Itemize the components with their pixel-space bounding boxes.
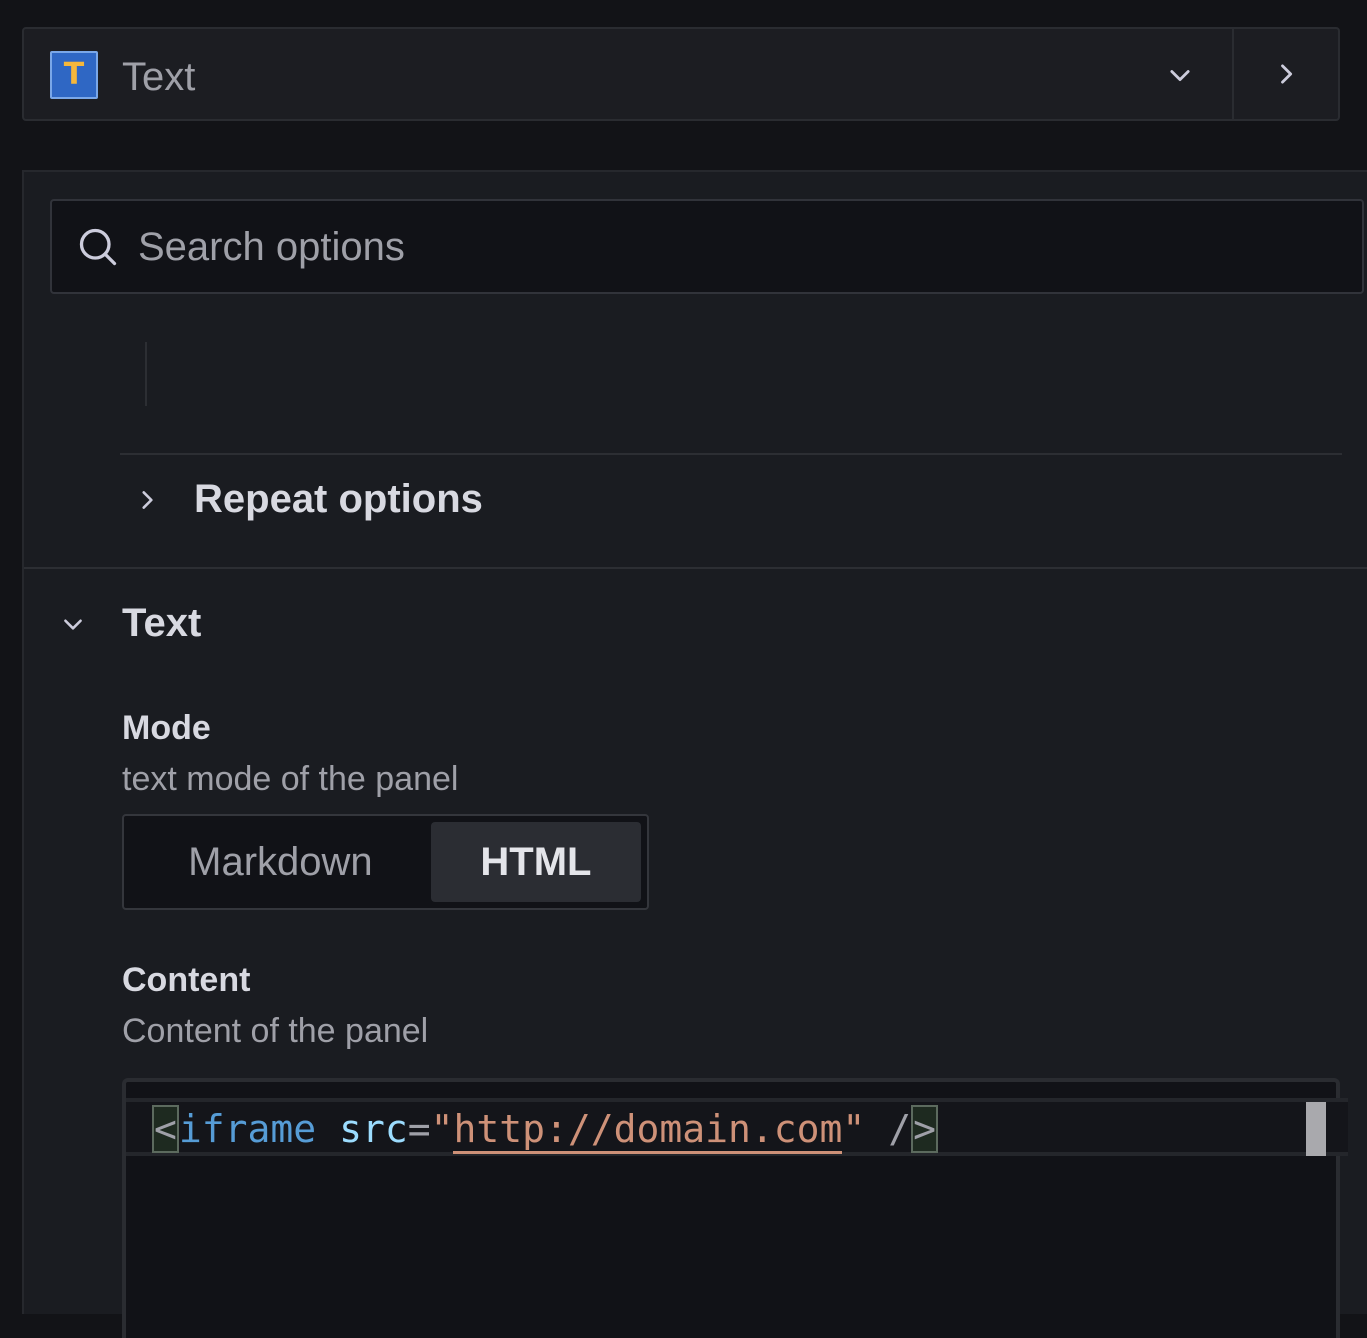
text-cursor (1306, 1102, 1326, 1156)
mode-option-markdown[interactable]: Markdown (130, 822, 431, 902)
code-tag: iframe (178, 1107, 317, 1151)
code-editor[interactable]: <iframe src="http://domain.com" /> (122, 1078, 1348, 1338)
search-input[interactable] (136, 215, 1316, 279)
chevron-right-icon (142, 491, 153, 509)
section-repeat-options[interactable]: Repeat options (120, 455, 1342, 567)
code-equals: = (407, 1107, 431, 1151)
code-quote-close: " (842, 1107, 866, 1151)
mode-description: text mode of the panel (122, 760, 459, 798)
code-quote-open: " (430, 1107, 454, 1151)
code-url: http://domain.com (453, 1107, 843, 1154)
code-close-bracket: > (911, 1105, 938, 1153)
mode-option-html[interactable]: HTML (430, 822, 641, 902)
search-options-box[interactable] (50, 199, 1364, 294)
content-label: Content (122, 961, 251, 999)
chevron-down-icon (64, 619, 82, 630)
options-pane: Repeat options Text Mode text mode of th… (22, 170, 1367, 1338)
indent-guide (145, 342, 147, 406)
code-open-bracket: < (152, 1105, 179, 1153)
code-line-active[interactable]: <iframe src="http://domain.com" /> (126, 1098, 1348, 1156)
section-title: Text (122, 601, 202, 645)
chevron-right-icon (1281, 64, 1293, 84)
chevron-down-icon[interactable] (1166, 61, 1194, 89)
section-title: Repeat options (194, 477, 483, 521)
mode-label: Mode (122, 709, 211, 747)
text-panel-icon: T (50, 51, 98, 99)
visualization-picker[interactable]: T Text (22, 27, 1340, 121)
code-self-close: / (865, 1107, 912, 1151)
code-text: <iframe src="http://domain.com" /> (152, 1104, 938, 1154)
expand-button[interactable] (1232, 29, 1338, 119)
search-icon (79, 228, 117, 266)
visualization-title: Text (122, 55, 196, 99)
section-text[interactable]: Text (24, 569, 1367, 679)
content-description: Content of the panel (122, 1012, 429, 1050)
code-attr: src (339, 1107, 408, 1151)
mode-radio-group: Markdown HTML (122, 814, 649, 910)
visualization-select[interactable]: T Text (24, 29, 1232, 119)
